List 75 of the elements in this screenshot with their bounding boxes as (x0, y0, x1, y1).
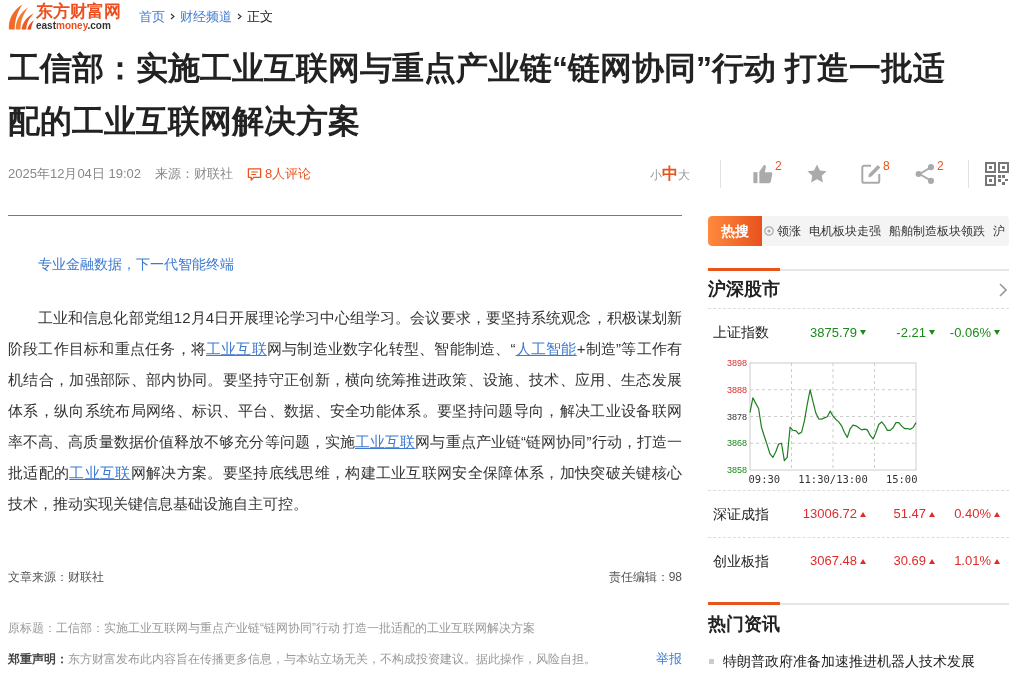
down-triangle-icon (994, 330, 1000, 335)
up-triangle-icon (994, 511, 1000, 517)
original-title: 原标题：工信部：实施工业互联网与重点产业链“链网协同”行动 打造一批适配的工业互联网解决方案 (8, 620, 537, 637)
share-icon (914, 163, 936, 185)
index-change: 30.69 (893, 552, 926, 571)
article-paragraph: 工业和信息化部党组12月4日开展理论学习中心组学习。会议要求，要坚持系统观念，积极谋划新阶段工作目标和重点任务，将工业互联网与制造业数字化转型、智能制造、“人工智能+制造”等工作有机结合，加强部际、部内协同。要坚持守正创新，横向统筹推进政策、设施、技术、应用、生态发展体系，纵向系统布局网络、标识、平台、数据、安全功能体系。要坚持问题导向，解决工业设备联网率不高、高质量数据价值释放不够充分等问题，实施工业互联网与重点产业链“链网协同”行动，打造一批适配的工业互联网解决方案。要坚持底线思维，构建工业互联网安全保障体系，加快突破关键核心技术，推动实现关键信息基础设施自主可控。 (8, 308, 682, 514)
circle-dot-icon (764, 226, 774, 236)
down-triangle-icon (929, 330, 935, 335)
up-triangle-icon (994, 558, 1000, 564)
section-title: 沪深股市 (708, 278, 780, 301)
index-name: 深证成指 (713, 504, 770, 524)
chevron-right-icon[interactable] (999, 282, 1007, 297)
article-source: 文章来源：财联社 (8, 569, 104, 586)
x-axis-label: 09:30 (748, 473, 781, 485)
y-axis-label: 3868 (726, 438, 747, 449)
font-size-option[interactable]: 小 (650, 164, 662, 185)
disclaimer-text: 郑重声明：东方财富发布此内容旨在传播更多信息，与本站立场无关，不构成投资建议。据此操作，风险自担。 (8, 651, 596, 668)
y-axis-label: 3888 (726, 384, 747, 395)
article-link[interactable]: 工业互联 (69, 464, 131, 481)
report-link[interactable]: 举报 (656, 649, 682, 669)
index-percent: -0.06% (949, 323, 991, 342)
index-price: 13006.72 (802, 505, 857, 524)
hot-search-item[interactable]: 沪 (993, 222, 1005, 240)
up-triangle-icon (929, 511, 935, 517)
qr-code-icon[interactable] (985, 162, 1009, 186)
index-change: -2.21 (896, 323, 926, 342)
up-triangle-icon (860, 558, 866, 564)
fan-logo-icon[interactable] (8, 2, 34, 31)
logo-wordmark[interactable]: 东方财富网 (36, 2, 121, 20)
article-editor: 责任编辑：98 (608, 569, 682, 586)
like-button[interactable]: 2 (752, 159, 806, 189)
index-name: 上证指数 (713, 323, 770, 342)
logo-domain[interactable]: eastmoney.com (36, 20, 121, 31)
comment-icon (247, 166, 262, 182)
breadcrumb-link[interactable]: 财经频道 (180, 6, 232, 27)
font-size-option[interactable]: 大 (678, 164, 690, 185)
up-triangle-icon (929, 558, 935, 564)
font-size-option[interactable]: 中 (662, 163, 678, 184)
hot-search-label: 热搜 (708, 216, 762, 246)
article-title: 工信部：实施工业互联网与重点产业链“链网协同”行动 打造一批适配的工业互联网解决方案 (8, 49, 946, 141)
chevron-right-icon (237, 13, 242, 20)
hot-search-item[interactable]: 电机板块走强 (809, 222, 881, 240)
publish-time: 2025年12月04日 19:02 (8, 165, 141, 184)
index-name: 创业板指 (713, 551, 770, 571)
star-icon (806, 163, 828, 185)
index-percent: 0.40% (954, 505, 991, 524)
down-triangle-icon (860, 330, 866, 335)
hot-search-item[interactable]: 船舶制造板块领跌 (889, 222, 985, 240)
index-percent: 1.01% (954, 552, 991, 571)
index-change: 51.47 (893, 505, 926, 524)
up-triangle-icon (860, 511, 866, 517)
article-link[interactable]: 人工智能 (515, 340, 577, 357)
x-axis-label: 15:00 (885, 473, 918, 485)
breadcrumb-current: 正文 (247, 7, 273, 26)
comments-link[interactable]: 8人评论 (247, 164, 312, 184)
comment-button[interactable]: 8 (860, 159, 914, 189)
article-link[interactable]: 工业互联 (355, 433, 416, 450)
thumbs-up-icon (752, 163, 774, 185)
y-axis-label: 3858 (726, 465, 747, 475)
share-button[interactable]: 2 (914, 159, 968, 189)
article-link[interactable]: 工业互联 (205, 340, 267, 357)
y-axis-label: 3898 (726, 358, 747, 368)
news-headline[interactable]: 特朗普政府准备加速推进机器人技术发展 (723, 650, 975, 672)
index-price: 3067.48 (810, 552, 857, 571)
source-label: 来源：财联社 (155, 165, 233, 184)
y-axis-label: 3878 (726, 411, 747, 422)
edit-icon (860, 163, 882, 185)
bullet-icon (709, 658, 714, 664)
x-axis-label: 11:30/13:00 (798, 473, 868, 485)
promo-link[interactable]: 专业金融数据，下一代智能终端 (38, 254, 234, 274)
index-price: 3875.79 (810, 323, 857, 342)
section-title: 热门资讯 (708, 612, 780, 636)
breadcrumb-link[interactable]: 首页 (139, 6, 165, 27)
hot-search-item[interactable]: 领涨 (777, 222, 801, 240)
chevron-right-icon (170, 13, 175, 20)
